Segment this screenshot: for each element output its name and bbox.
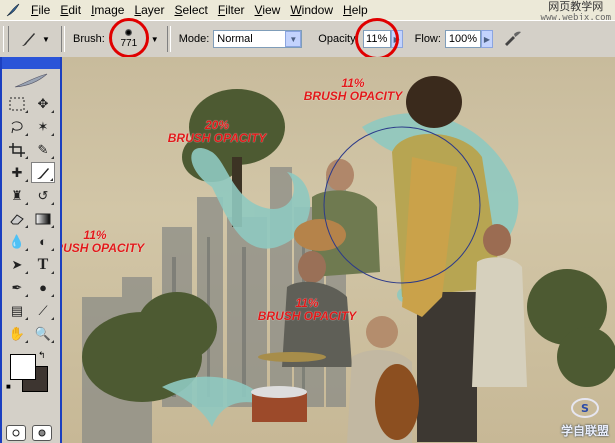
annotation-label: 11% BRUSH OPACITY (62, 229, 150, 255)
move-tool-icon[interactable]: ✥ (31, 93, 55, 114)
brush-tool-icon[interactable] (31, 162, 55, 183)
zoom-tool-icon[interactable]: 🔍 (31, 323, 55, 344)
pen-tool-icon[interactable]: ✒ (5, 277, 29, 298)
options-bar: ▼ Brush: 771 ▼ Mode: Normal ▼ Opacity: 1… (0, 18, 615, 60)
photoshop-feather-icon[interactable] (4, 2, 22, 18)
annotation-text: BRUSH OPACITY (62, 241, 145, 255)
logo-text: 学自联盟 (560, 424, 609, 438)
opacity-control: 11% ▶ (354, 18, 403, 60)
color-swatches: ↰ ■ (2, 350, 60, 398)
notes-tool-icon[interactable]: ▤ (5, 300, 29, 321)
menu-window[interactable]: Window (285, 0, 338, 20)
magic-wand-tool-icon[interactable]: ✶ (31, 116, 55, 137)
eraser-tool-icon[interactable] (5, 208, 29, 229)
clone-stamp-tool-icon[interactable]: ♜ (5, 185, 29, 206)
separator (166, 26, 171, 52)
mode-label: Mode: (178, 33, 210, 45)
slice-tool-icon[interactable]: ✎ (31, 139, 55, 160)
chevron-down-icon: ▼ (42, 34, 50, 44)
marquee-tool-icon[interactable] (5, 93, 29, 114)
swap-colors-icon[interactable]: ↰ (38, 350, 46, 361)
brush-label: Brush: (73, 33, 105, 45)
menu-view[interactable]: View (250, 0, 286, 20)
logo-emblem-icon: S (570, 398, 599, 418)
menu-filter[interactable]: Filter (213, 0, 250, 20)
brush-icon (22, 33, 35, 46)
toolbox-title-bar[interactable] (2, 57, 60, 69)
shape-tool-icon[interactable]: ● (31, 277, 55, 298)
flow-input[interactable]: 100% (444, 30, 481, 48)
chevron-down-icon: ▼ (285, 31, 302, 47)
gradient-tool-icon[interactable] (31, 208, 55, 229)
menu-edit[interactable]: Edit (55, 0, 86, 20)
crop-tool-icon[interactable] (5, 139, 29, 160)
brush-preset-picker[interactable]: 771 (108, 18, 149, 58)
lasso-tool-icon[interactable] (5, 116, 29, 137)
separator (61, 26, 65, 52)
watermark-line1: 网页教学网 (548, 1, 604, 13)
flow-value: 100% (448, 33, 477, 45)
menu-select[interactable]: Select (169, 0, 212, 20)
document-canvas[interactable]: 11% BRUSH OPACITY 20% BRUSH OPACITY 11% … (62, 57, 615, 443)
menu-file[interactable]: File (26, 0, 55, 20)
mode-value: Normal (217, 33, 253, 45)
annotation-text: BRUSH OPACITY (303, 89, 403, 103)
foreground-color-swatch[interactable] (10, 354, 36, 380)
tool-grid: ✥ ✶ ✎ ✚ ♜ ↺ 💧 ◐ ➤ T ✒ ● ▤ ⟋ ✋ 🔍 (2, 93, 60, 346)
annotation-label: 11% BRUSH OPACITY (298, 77, 408, 103)
flow-label: Flow: (414, 33, 441, 45)
annotation-label: 20% BRUSH OPACITY (162, 119, 272, 145)
chevron-down-icon[interactable]: ▼ (151, 35, 159, 44)
menu-list: File Edit Image Layer Select Filter View… (26, 0, 373, 20)
quick-mask-mode-icon[interactable] (32, 425, 52, 441)
adobe-feather-icon[interactable] (2, 69, 60, 93)
eyedropper-tool-icon[interactable]: ⟋ (31, 300, 55, 321)
annotation-text: BRUSH OPACITY (167, 131, 267, 145)
type-tool-icon[interactable]: T (31, 254, 55, 275)
default-colors-icon[interactable]: ■ (6, 382, 11, 391)
menu-help[interactable]: Help (338, 0, 373, 20)
options-grip[interactable] (3, 26, 9, 52)
flow-slider-button[interactable]: ▶ (480, 30, 493, 48)
path-selection-tool-icon[interactable]: ➤ (5, 254, 29, 275)
blur-tool-icon[interactable]: 💧 (5, 231, 29, 252)
standard-mode-icon[interactable] (6, 425, 26, 441)
tool-preset-picker[interactable]: ▼ (19, 29, 57, 49)
toolbox-panel: ✥ ✶ ✎ ✚ ♜ ↺ 💧 ◐ ➤ T ✒ ● ▤ ⟋ ✋ 🔍 ↰ ■ (0, 57, 62, 443)
hand-tool-icon[interactable]: ✋ (5, 323, 29, 344)
history-brush-tool-icon[interactable]: ↺ (31, 185, 55, 206)
mode-select[interactable]: Normal ▼ (213, 30, 303, 48)
airbrush-icon[interactable] (503, 29, 523, 50)
menu-image[interactable]: Image (86, 0, 129, 20)
dodge-tool-icon[interactable]: ◐ (31, 231, 55, 252)
healing-brush-tool-icon[interactable]: ✚ (5, 162, 29, 183)
highlight-circle (108, 18, 149, 58)
menu-bar: File Edit Image Layer Select Filter View… (0, 0, 615, 23)
annotation-label: 11% BRUSH OPACITY (252, 297, 362, 323)
site-logo: S 学自联盟 (561, 397, 609, 439)
svg-text:S: S (581, 402, 589, 415)
opacity-label: Opacity: (318, 33, 359, 45)
quick-mask-modes (6, 425, 52, 441)
menu-layer[interactable]: Layer (129, 0, 169, 20)
annotation-text: BRUSH OPACITY (257, 309, 357, 323)
highlight-circle (354, 18, 399, 60)
